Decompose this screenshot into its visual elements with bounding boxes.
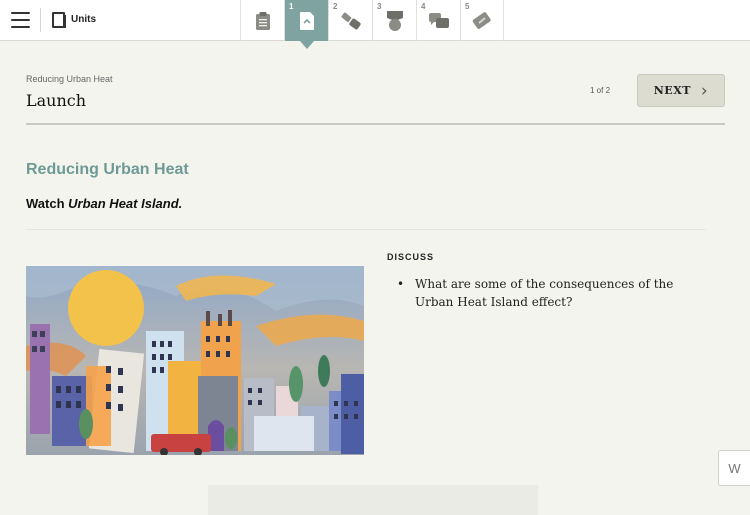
city-illustration — [26, 266, 364, 455]
launch-page-icon — [299, 11, 314, 30]
clipboard-icon — [255, 11, 270, 30]
video-title: Urban Heat Island. — [68, 196, 183, 211]
step-2[interactable]: 2 — [328, 0, 372, 41]
discuss-list: What are some of the consequences of the… — [397, 275, 707, 311]
content-divider — [26, 229, 706, 230]
tools-icon — [340, 12, 361, 29]
page-title: Launch — [26, 91, 87, 110]
topbar-divider — [40, 8, 41, 32]
next-button[interactable]: NEXT › — [637, 74, 725, 107]
page-counter: 1 of 2 — [590, 86, 611, 95]
bottom-bar — [208, 485, 538, 515]
step-number: 1 — [289, 2, 294, 11]
units-label: Units — [71, 14, 96, 25]
step-number: 2 — [333, 2, 338, 11]
header-divider — [26, 123, 725, 125]
discuss-item: What are some of the consequences of the… — [397, 275, 707, 311]
watch-prefix: Watch — [26, 196, 69, 211]
step-number: 5 — [465, 2, 470, 11]
next-label: NEXT — [653, 84, 691, 97]
ticket-icon — [472, 11, 491, 29]
video-thumbnail[interactable] — [26, 266, 364, 455]
chevron-right-icon: › — [700, 80, 709, 101]
section-title: Reducing Urban Heat — [26, 161, 189, 178]
breadcrumb[interactable]: Reducing Urban Heat — [26, 74, 113, 84]
top-bar: Units 1 2 3 4 5 — [0, 0, 750, 49]
step-overview[interactable] — [240, 0, 284, 41]
side-widget-button[interactable]: W — [718, 450, 750, 486]
step-5[interactable]: 5 — [460, 0, 504, 41]
award-icon — [386, 10, 403, 31]
widget-label: W — [728, 460, 741, 476]
step-number: 4 — [421, 2, 426, 11]
discussion-bubbles-icon — [428, 12, 449, 28]
discuss-label: DISCUSS — [387, 252, 435, 262]
step-3[interactable]: 3 — [372, 0, 416, 41]
units-icon — [52, 12, 66, 28]
menu-icon[interactable] — [11, 12, 30, 28]
step-4[interactable]: 4 — [416, 0, 460, 41]
watch-instruction: Watch Urban Heat Island. — [26, 196, 182, 211]
step-number: 3 — [377, 2, 382, 11]
units-button[interactable]: Units — [52, 12, 96, 28]
step-1-launch[interactable]: 1 — [284, 0, 328, 49]
lesson-steps-nav: 1 2 3 4 5 — [240, 0, 504, 49]
